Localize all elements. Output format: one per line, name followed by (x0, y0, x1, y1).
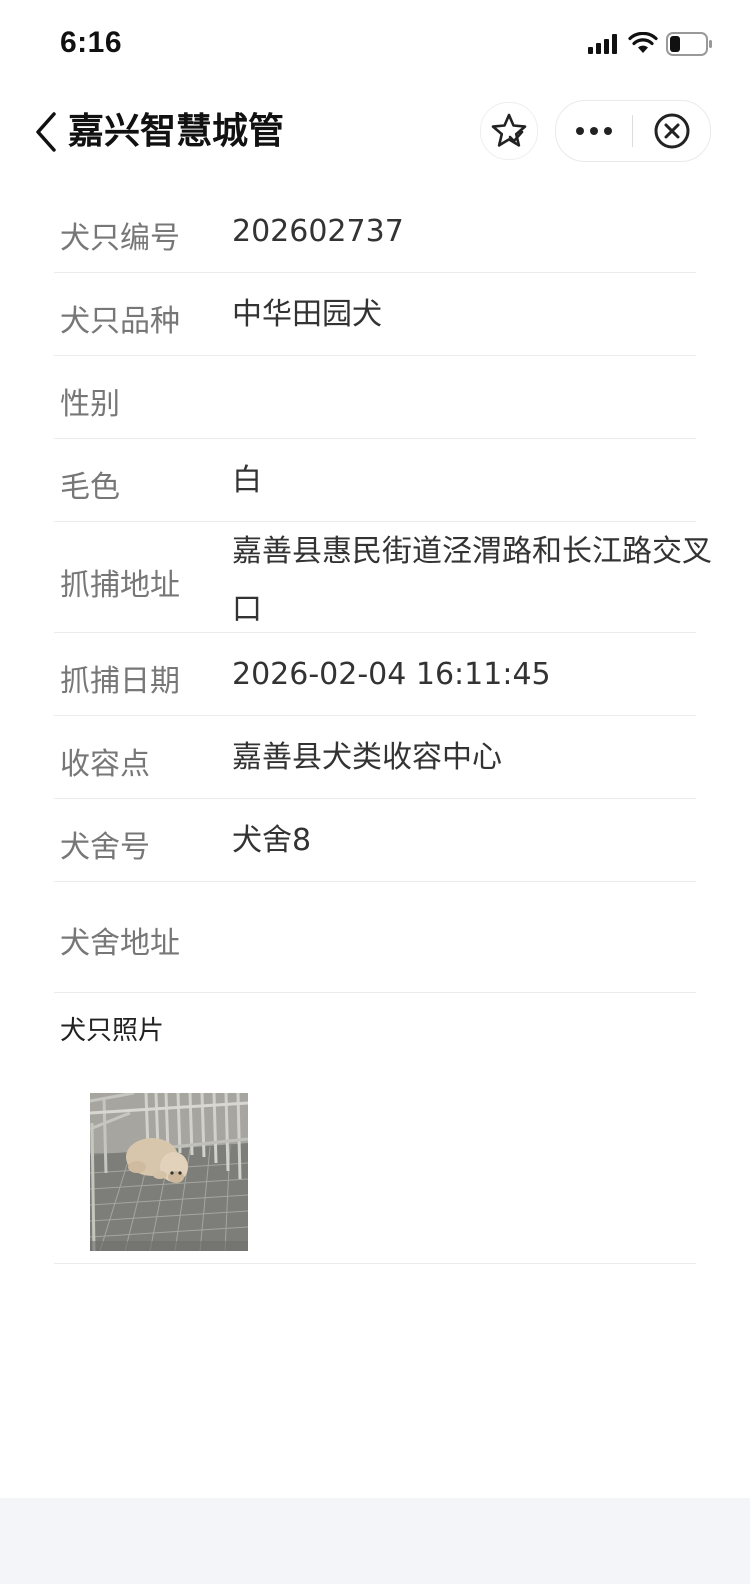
page-title: 嘉兴智慧城管 (68, 111, 285, 152)
battery-icon (666, 32, 712, 56)
status-bar: 6:16 (0, 0, 750, 88)
bottom-bar (0, 1498, 750, 1584)
status-time: 6:16 (60, 26, 123, 59)
signal-icon (588, 34, 617, 54)
close-button[interactable] (634, 101, 710, 161)
info-row-gender: 性别 (0, 356, 750, 439)
info-label: 性别 (60, 387, 120, 422)
info-row-fur-color: 毛色 白 (0, 439, 750, 522)
info-row-breed: 犬只品种 中华田园犬 (0, 273, 750, 356)
info-label: 毛色 (60, 470, 120, 505)
nav-bar: 嘉兴智慧城管 (0, 88, 750, 178)
star-icon (491, 113, 527, 147)
photos-divider (54, 1263, 696, 1264)
more-button[interactable] (556, 101, 632, 161)
info-row-capture-date: 抓捕日期 2026-02-04 16:11:45 (0, 633, 750, 716)
dog-photo[interactable] (90, 1093, 248, 1251)
back-icon[interactable] (28, 108, 68, 156)
more-icon (576, 127, 612, 135)
row-divider (54, 992, 696, 993)
dog-info-list: 犬只编号 202602737 犬只品种 中华田园犬 性别 毛色 白 抓捕地址 嘉… (0, 190, 750, 993)
favorite-button[interactable] (480, 102, 538, 160)
info-value: 白 (232, 463, 262, 498)
capsule-divider (632, 115, 633, 147)
info-label: 收容点 (60, 747, 150, 782)
close-icon (654, 113, 690, 149)
wifi-icon (628, 32, 658, 53)
info-label: 犬舍号 (60, 830, 150, 865)
info-value: 嘉善县犬类收容中心 (232, 740, 502, 775)
info-row-kennel-address: 犬舍地址 (0, 882, 750, 993)
info-row-capture-address: 抓捕地址 嘉善县惠民街道泾渭路和长江路交叉口 (0, 522, 750, 633)
info-label: 犬只品种 (60, 304, 180, 339)
info-value: 202602737 (232, 214, 404, 249)
info-row-dog-id: 犬只编号 202602737 (0, 190, 750, 273)
info-label: 犬舍地址 (60, 926, 180, 961)
info-value: 犬舍8 (232, 823, 312, 858)
info-value: 2026-02-04 16:11:45 (232, 657, 551, 692)
info-label: 抓捕日期 (60, 664, 180, 699)
info-row-kennel-number: 犬舍号 犬舍8 (0, 799, 750, 882)
info-value: 嘉善县惠民街道泾渭路和长江路交叉口 (232, 534, 712, 627)
photos-title: 犬只照片 (60, 1016, 165, 1046)
menu-capsule (555, 100, 711, 162)
info-value: 中华田园犬 (232, 297, 382, 332)
info-label: 抓捕地址 (60, 568, 180, 603)
info-label: 犬只编号 (60, 221, 180, 256)
info-row-shelter: 收容点 嘉善县犬类收容中心 (0, 716, 750, 799)
